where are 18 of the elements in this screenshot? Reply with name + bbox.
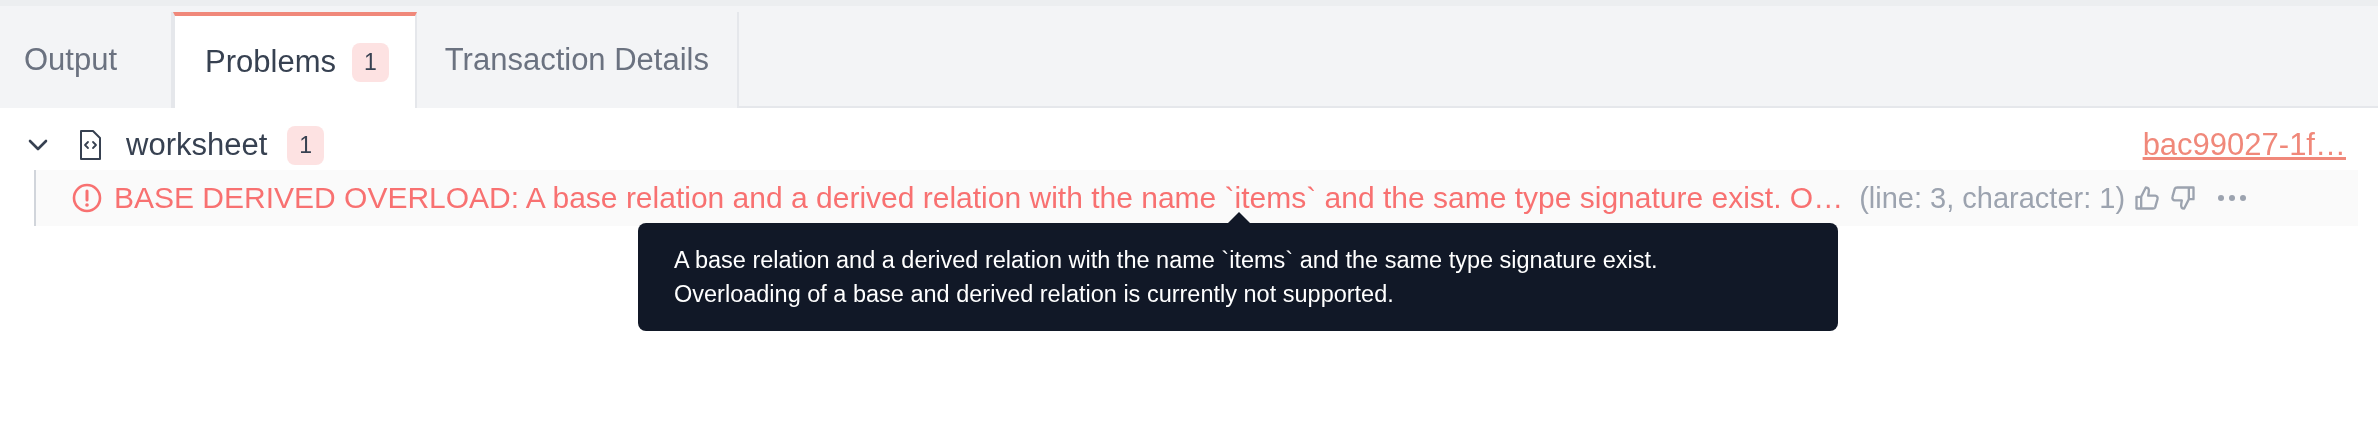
problem-message: BASE DERIVED OVERLOAD: A base relation and a derived relation with the name `items` and the same type signature exist. O… <box>114 181 1844 215</box>
count-badge: 1 <box>352 42 389 82</box>
chevron-icon[interactable] <box>28 138 48 152</box>
count-badge: 1 <box>287 125 325 165</box>
error-icon <box>72 183 102 213</box>
tab[interactable]: Output <box>0 12 174 108</box>
tab[interactable]: Problems 1 <box>173 12 417 108</box>
problem-location: (line: 3, character: 1) <box>1859 181 2126 215</box>
tab[interactable]: Transaction Details <box>416 12 739 108</box>
thumbs-down-icon[interactable] <box>2169 184 2198 212</box>
more-icon[interactable] <box>2217 194 2248 202</box>
code-file-icon <box>78 128 102 162</box>
tooltip-text: A base relation and a derived relation with the name `items` and the same type signature exist. <box>674 246 1659 275</box>
tooltip-text: Overloading of a base and derived relation is currently not supported. <box>674 280 1395 309</box>
thumbs-up-icon[interactable] <box>2133 184 2162 212</box>
problem-row[interactable]: BASE DERIVED OVERLOAD: A base relation and a derived relation with the name `items` and the same type signature exist. O… (line: 3, character: 1) <box>34 170 2358 226</box>
file-name[interactable]: worksheet <box>126 127 268 163</box>
transaction-link[interactable]: bac99027-1f… <box>2142 127 2346 163</box>
